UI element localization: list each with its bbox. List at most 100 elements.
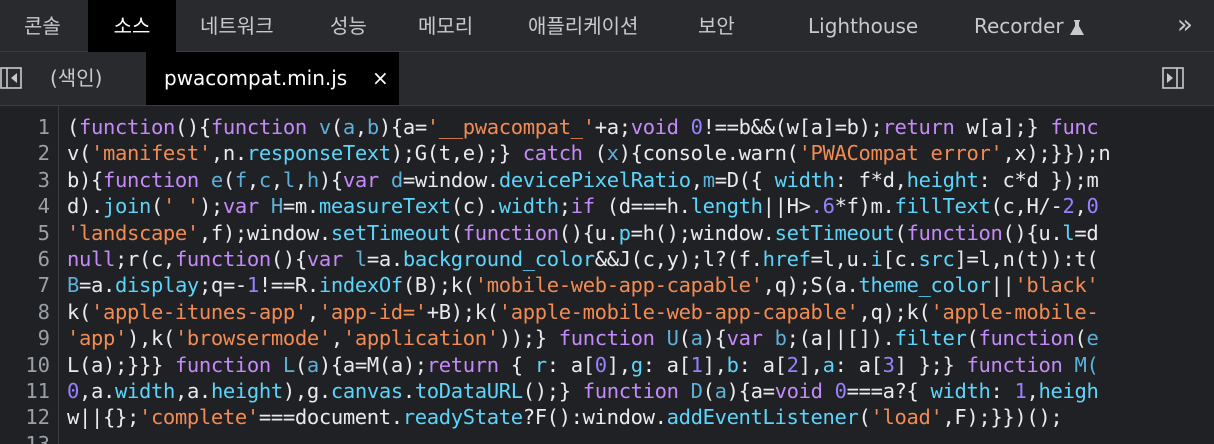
code-token: b [366, 115, 379, 139]
line-number[interactable]: 12 [0, 404, 50, 430]
code-token: ( [222, 167, 235, 192]
code-line[interactable]: 12 w||{};'complete'===document.readyState… [0, 404, 1214, 430]
code-token: D [690, 379, 703, 403]
code-token: ' ' [162, 194, 199, 219]
code-token: : a[ [546, 352, 595, 377]
code-token: L(a);}}} [67, 352, 175, 377]
tab-application[interactable]: 애플리케이션 [528, 0, 638, 52]
code-token: : a[ [642, 352, 691, 377]
code-token: k( [67, 299, 91, 324]
code-token: null [67, 247, 115, 271]
code-token: function [966, 352, 1063, 377]
line-number[interactable]: 11 [0, 378, 50, 404]
code-token: h [306, 167, 319, 192]
code-token: a [342, 115, 355, 139]
code-token: ,f);window. [198, 220, 331, 245]
code-token: , [354, 115, 367, 139]
code-token: catch [522, 141, 583, 166]
line-number[interactable]: 5 [0, 220, 50, 246]
code-line[interactable]: 11 0,a.width,a.height),g.canvas.toDataURL… [0, 378, 1214, 404]
code-token: toDataURL [414, 379, 523, 403]
toggle-navigator-icon[interactable] [0, 67, 22, 89]
line-number[interactable]: 10 [0, 352, 50, 378]
line-number[interactable]: 2 [0, 140, 50, 166]
code-token: , [1026, 379, 1039, 403]
line-number[interactable]: 6 [0, 246, 50, 272]
tab-security[interactable]: 보안 [698, 0, 735, 52]
code-token: 'apple-mobile- [930, 299, 1099, 324]
code-line[interactable]: 3 b){function e(f,c,l,h){var d=window.dev… [0, 167, 1214, 193]
code-token: L [282, 352, 295, 377]
code-token: ( [966, 326, 979, 351]
code-token: 'load' [870, 405, 943, 430]
code-line[interactable]: 9 'app'),k('browsermode','application'));… [0, 325, 1214, 351]
code-text: b){function e(f,c,l,h){var d=window.devi… [67, 167, 1099, 193]
code-token: ,F);}})(); [942, 405, 1063, 430]
line-number[interactable]: 7 [0, 272, 50, 298]
flask-icon [1069, 19, 1084, 35]
line-number[interactable]: 13 [0, 431, 50, 444]
tab-index[interactable]: (색인) [50, 52, 102, 105]
code-line[interactable]: 13 [0, 431, 1214, 444]
code-token: 'black' [1014, 273, 1099, 298]
line-number[interactable]: 1 [0, 114, 50, 140]
code-token: ); [198, 194, 223, 219]
code-line[interactable]: 7 B=a.display;q=-1!==R.indexOf(B);k('mobi… [0, 272, 1214, 298]
code-token: ; [558, 194, 571, 219]
code-token: =d [1074, 220, 1099, 245]
code-line[interactable]: 1 (function(){function v(a,b){a='__pwacom… [0, 114, 1214, 140]
tab-memory[interactable]: 메모리 [418, 0, 473, 52]
more-tabs-chevron-icon[interactable]: » [1156, 0, 1214, 52]
code-token: 0 [690, 115, 703, 139]
code-text: B=a.display;q=-1!==R.indexOf(B);k('mobil… [67, 272, 1099, 298]
code-token: responseText [246, 141, 391, 166]
code-token: l [1062, 220, 1075, 245]
tab-lighthouse[interactable]: Lighthouse [808, 0, 918, 52]
code-token: ( [678, 326, 691, 351]
code-token: ( [582, 141, 607, 166]
code-text: k('apple-itunes-app','app-id='+B);k('app… [67, 299, 1099, 325]
code-token: i [870, 247, 883, 271]
code-line[interactable]: 5'landscape',f);window.setTimeout(functi… [0, 220, 1214, 246]
code-token: , [270, 167, 283, 192]
code-token: ]=l,n(t)):t( [954, 247, 1099, 271]
line-number[interactable]: 9 [0, 325, 50, 351]
code-token: e [1086, 326, 1099, 351]
tab-console[interactable]: 콘솔 [24, 0, 61, 52]
code-token: , [330, 326, 343, 351]
code-line[interactable]: 10 L(a);}}} function L(a){a=M(a);return {… [0, 352, 1214, 378]
code-token: .6 [810, 194, 835, 219]
code-token: function [906, 220, 1003, 245]
code-token: =h();window. [630, 220, 775, 245]
code-editor[interactable]: 1 (function(){function v(a,b){a='__pwacom… [0, 106, 1214, 444]
code-token: ===document. [258, 405, 403, 430]
tab-recorder[interactable]: Recorder [974, 0, 1084, 52]
code-token: p [618, 220, 631, 245]
code-line[interactable]: 4 d).join(' ');var H=m.measureText(c).wid… [0, 193, 1214, 219]
code-token: : [990, 379, 1015, 403]
code-token: void [630, 115, 679, 139]
code-token: v( [67, 141, 91, 166]
tab-network[interactable]: 네트워크 [200, 0, 274, 52]
code-line[interactable]: 6 null;r(c,function(){var l=a.background_… [0, 246, 1214, 272]
line-number[interactable]: 3 [0, 167, 50, 193]
code-token: 'application' [342, 326, 499, 351]
code-token: function [79, 115, 175, 139]
code-token: x [606, 141, 619, 166]
tab-performance[interactable]: 성능 [330, 0, 367, 52]
code-token: ,q);k( [858, 299, 931, 324]
code-line[interactable]: 8 k('apple-itunes-app','app-id='+B);k('ap… [0, 299, 1214, 325]
line-number[interactable]: 8 [0, 299, 50, 325]
tab-pwacompat-file[interactable]: pwacompat.min.js × [146, 52, 399, 105]
toggle-debugger-icon[interactable] [1162, 67, 1184, 89]
code-token: (B);k( [402, 273, 475, 298]
line-number[interactable]: 4 [0, 193, 50, 219]
tab-sources[interactable]: 소스 [88, 0, 176, 52]
code-token: width [930, 379, 991, 403]
close-tab-icon[interactable]: × [372, 52, 389, 105]
code-token: var [306, 247, 343, 271]
code-token: 0 [594, 352, 607, 377]
code-line[interactable]: 2 v('manifest',n.responseText);G(t,e);} c… [0, 140, 1214, 166]
